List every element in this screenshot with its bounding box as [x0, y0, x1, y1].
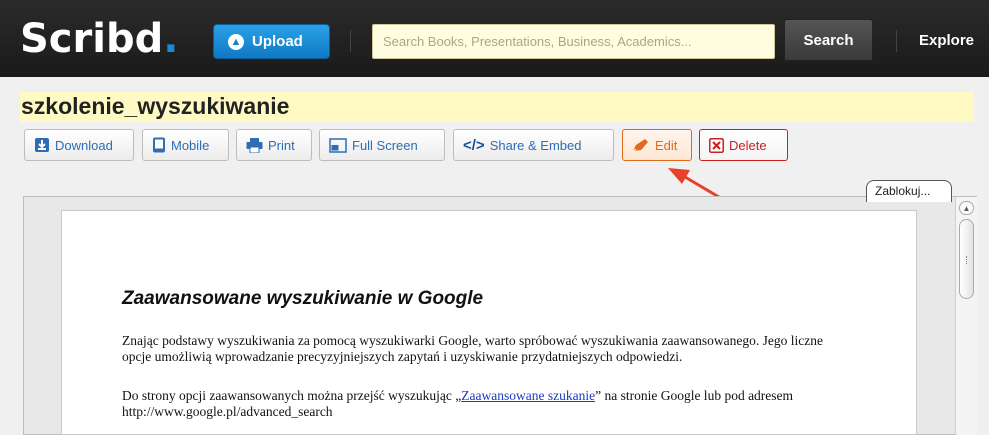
print-button[interactable]: Print: [236, 129, 312, 161]
scroll-up-icon[interactable]: ▲: [959, 201, 974, 215]
download-icon: [34, 137, 50, 153]
document-title-bar: szkolenie_wyszukiwanie: [20, 92, 974, 122]
divider: [350, 30, 351, 52]
edit-button[interactable]: Edit: [622, 129, 692, 161]
printer-icon: [246, 137, 263, 153]
scroll-thumb[interactable]: [959, 219, 974, 299]
pencil-icon: [632, 138, 650, 152]
paragraph-2: Do strony opcji zaawansowanych można prz…: [122, 388, 794, 419]
page-heading: Zaawansowane wyszukiwanie w Google: [122, 288, 484, 309]
advanced-search-link[interactable]: Zaawansowane szukanie: [461, 388, 595, 403]
mobile-label: Mobile: [171, 137, 210, 153]
top-navigation-bar: Scribd. ▲ Upload Search Explore: [0, 0, 989, 77]
fullscreen-icon: [329, 137, 347, 153]
explore-menu[interactable]: Explore: [919, 32, 974, 49]
fullscreen-label: Full Screen: [352, 137, 418, 153]
search-input[interactable]: [372, 24, 775, 59]
delete-label: Delete: [729, 137, 767, 153]
print-label: Print: [268, 137, 295, 153]
arrow-up-circle-icon: ▲: [228, 33, 244, 50]
fullscreen-button[interactable]: Full Screen: [319, 129, 445, 161]
lock-tab[interactable]: Zablokuj...: [866, 180, 952, 202]
mobile-icon: [152, 137, 166, 153]
paragraph-1: Znając podstawy wyszukiwania za pomocą w…: [122, 333, 824, 364]
divider: [896, 30, 897, 52]
upload-label: Upload: [252, 33, 303, 50]
mobile-button[interactable]: Mobile: [142, 129, 229, 161]
x-box-icon: [709, 137, 724, 153]
search-button[interactable]: Search: [784, 19, 873, 61]
code-icon: </>: [463, 136, 485, 154]
document-title: szkolenie_wyszukiwanie: [21, 93, 290, 119]
vertical-scrollbar[interactable]: ▲: [955, 197, 977, 435]
document-page: Zaawansowane wyszukiwanie w Google Znają…: [61, 210, 917, 435]
edit-label: Edit: [655, 137, 678, 153]
share-embed-button[interactable]: </> Share & Embed: [453, 129, 614, 161]
download-label: Download: [55, 137, 113, 153]
share-embed-label: Share & Embed: [489, 137, 582, 153]
download-button[interactable]: Download: [24, 129, 134, 161]
scribd-logo[interactable]: Scribd.: [20, 14, 178, 64]
upload-button[interactable]: ▲ Upload: [213, 24, 330, 59]
delete-button[interactable]: Delete: [699, 129, 788, 161]
